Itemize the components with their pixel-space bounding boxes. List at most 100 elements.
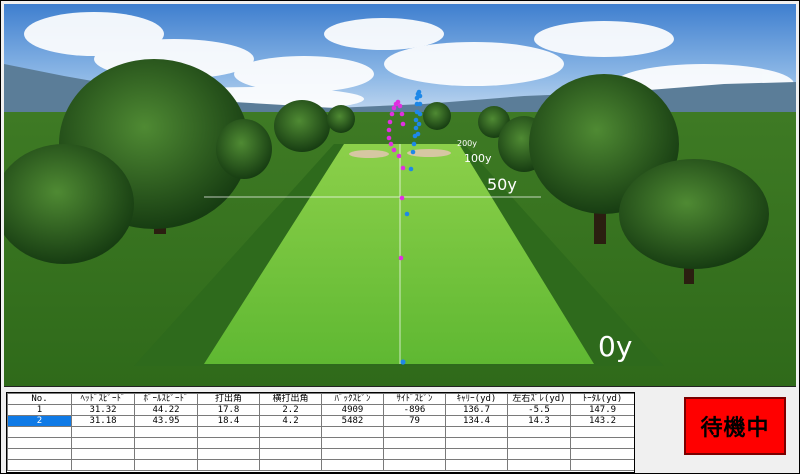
table-cell: 4909: [321, 404, 384, 416]
table-cell: [71, 459, 135, 471]
shot-1-trajectory-point: [396, 153, 402, 159]
table-cell: [134, 448, 198, 460]
column-header: ﾎﾞｰﾙｽﾋﾟｰﾄﾞ: [134, 393, 198, 405]
distance-label-100y: 100y: [464, 152, 492, 165]
table-cell: [383, 459, 446, 471]
distance-label-200y: 200y: [457, 139, 477, 148]
table-cell: [321, 448, 384, 460]
column-header: 左右ｽﾞﾚ(yd): [507, 393, 571, 405]
table-cell: [570, 437, 634, 449]
table-cell: [7, 459, 72, 471]
table-cell: 14.3: [507, 415, 571, 427]
driving-range-view: 200y 100y 50y 0y: [4, 4, 796, 387]
column-header: 横打出角: [259, 393, 322, 405]
table-row[interactable]: 1 31.32 44.22 17.8 2.2 4909 -896 136.7 -5.5 147.9: [7, 404, 634, 416]
table-cell: [7, 437, 72, 449]
shot-2-trajectory-point: [413, 125, 419, 131]
shot-number-cell: 1: [7, 404, 72, 416]
table-cell: [383, 437, 446, 449]
table-cell: 2.2: [259, 404, 322, 416]
shot-2-trajectory-point: [411, 141, 417, 147]
shot-data-table[interactable]: No. ﾍｯﾄﾞｽﾋﾟｰﾄﾞ ﾎﾞｰﾙｽﾋﾟｰﾄﾞ 打出角 横打出角 ﾊﾞｯｸｽﾋﾟﾝ ｻｲ…: [6, 392, 635, 473]
table-cell: 79: [383, 415, 446, 427]
shot-2-trajectory-point: [416, 89, 422, 95]
table-cell: [71, 448, 135, 460]
empty-row: [7, 459, 634, 471]
table-cell: 17.8: [197, 404, 260, 416]
shot-number-cell: 2: [7, 415, 72, 427]
table-cell: [507, 459, 571, 471]
shot-1-trajectory-point: [400, 121, 406, 127]
shot-1-trajectory-point: [391, 105, 397, 111]
column-header: ｷｬﾘｰ(yd): [445, 393, 508, 405]
table-cell: 4.2: [259, 415, 322, 427]
distance-label-50y: 50y: [487, 175, 517, 194]
bunker-left: [349, 150, 389, 158]
shot-2-trajectory-point: [417, 111, 423, 117]
table-cell: [383, 448, 446, 460]
shot-1-trajectory-point: [386, 127, 392, 133]
table-cell: [321, 459, 384, 471]
shot-2-trajectory-point: [410, 149, 416, 155]
table-row[interactable]: 2 31.18 43.95 18.4 4.2 5482 79 134.4 14.3 143.2: [7, 415, 634, 427]
shot-1-trajectory-point: [398, 255, 404, 261]
distance-label-0y: 0y: [598, 330, 632, 363]
table-cell: [259, 426, 322, 438]
table-cell: [507, 448, 571, 460]
table-cell: 44.22: [134, 404, 198, 416]
table-cell: -5.5: [507, 404, 571, 416]
table-header-row: No. ﾍｯﾄﾞｽﾋﾟｰﾄﾞ ﾎﾞｰﾙｽﾋﾟｰﾄﾞ 打出角 横打出角 ﾊﾞｯｸｽﾋﾟﾝ ｻｲ…: [7, 393, 634, 405]
column-header: ﾊﾞｯｸｽﾋﾟﾝ: [321, 393, 384, 405]
table-cell: [71, 426, 135, 438]
table-cell: [507, 437, 571, 449]
shot-1-trajectory-point: [388, 141, 394, 147]
table-cell: [197, 448, 260, 460]
table-cell: [445, 426, 508, 438]
column-header: ﾄｰﾀﾙ(yd): [570, 393, 634, 405]
table-cell: [321, 437, 384, 449]
column-header: No.: [7, 393, 72, 405]
table-cell: 5482: [321, 415, 384, 427]
table-cell: [134, 437, 198, 449]
table-cell: [71, 437, 135, 449]
column-header: ﾍｯﾄﾞｽﾋﾟｰﾄﾞ: [71, 393, 135, 405]
shot-2-trajectory-point: [417, 101, 423, 107]
shot-2-trajectory-point: [413, 117, 419, 123]
standby-status-button[interactable]: 待機中: [684, 397, 786, 455]
shot-1-trajectory-point: [397, 103, 403, 109]
shot-1-trajectory-point: [399, 111, 405, 117]
shot-2-trajectory-point: [416, 121, 422, 127]
table-cell: [197, 459, 260, 471]
empty-row: [7, 448, 634, 460]
shot-1-trajectory-point: [399, 195, 405, 201]
shot-2-trajectory-point: [400, 359, 406, 365]
table-cell: [134, 426, 198, 438]
table-cell: [259, 459, 322, 471]
shot-1-trajectory-point: [389, 111, 395, 117]
shot-2-trajectory-point: [408, 166, 414, 172]
table-cell: -896: [383, 404, 446, 416]
shot-1-trajectory-point: [400, 165, 406, 171]
table-cell: [507, 426, 571, 438]
empty-row: [7, 426, 634, 438]
table-cell: 143.2: [570, 415, 634, 427]
table-cell: [259, 448, 322, 460]
table-cell: [570, 426, 634, 438]
table-cell: [7, 448, 72, 460]
column-header: ｻｲﾄﾞｽﾋﾟﾝ: [383, 393, 446, 405]
shot-1-trajectory-point: [391, 147, 397, 153]
table-cell: 43.95: [134, 415, 198, 427]
table-cell: [570, 448, 634, 460]
table-cell: 134.4: [445, 415, 508, 427]
shot-1-trajectory-point: [386, 135, 392, 141]
shot-1-trajectory-point: [395, 99, 401, 105]
empty-row: [7, 437, 634, 449]
table-cell: [7, 426, 72, 438]
table-cell: [197, 426, 260, 438]
table-cell: [321, 426, 384, 438]
shot-2-trajectory-point: [415, 131, 421, 137]
table-cell: [445, 459, 508, 471]
shot-1-trajectory-point: [387, 119, 393, 125]
table-cell: [259, 437, 322, 449]
table-cell: [445, 448, 508, 460]
